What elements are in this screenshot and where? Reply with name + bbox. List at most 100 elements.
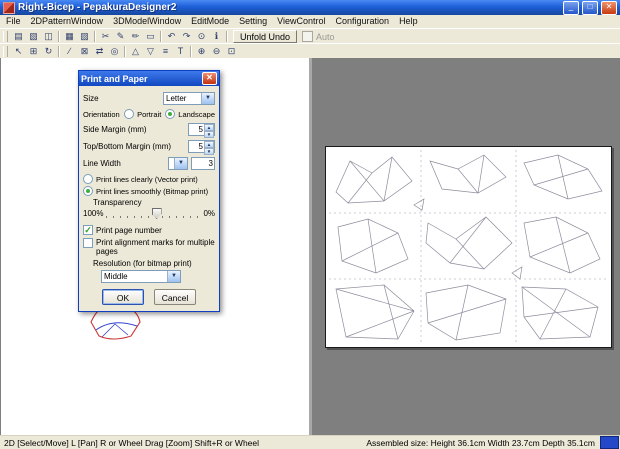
auto-label: Auto xyxy=(316,31,335,42)
line-width-stepper[interactable]: 3 xyxy=(191,157,215,170)
add-flap-icon[interactable]: △ xyxy=(128,45,143,58)
join-edge-icon[interactable]: ⊠ xyxy=(77,45,92,58)
dialog-close-icon[interactable]: ✕ xyxy=(202,72,217,85)
zoom-out-icon[interactable]: ⊖ xyxy=(209,45,224,58)
match-face-icon[interactable]: ◎ xyxy=(107,45,122,58)
landscape-label: Landscape xyxy=(178,109,215,119)
rotate-part-icon[interactable]: ↻ xyxy=(41,45,56,58)
menu-configuration[interactable]: Configuration xyxy=(331,15,395,28)
resolution-select[interactable]: Middle ▼ xyxy=(101,270,181,283)
info-icon[interactable]: ℹ xyxy=(209,30,224,43)
vector-print-label: Print lines clearly (Vector print) xyxy=(96,174,198,184)
size-label: Size xyxy=(83,94,99,103)
toolbar-separator xyxy=(58,46,60,57)
transparency-slider[interactable] xyxy=(106,208,201,219)
toolbar-separator xyxy=(226,31,228,42)
unfolded-pattern-graphic xyxy=(329,150,608,344)
dialog-title: Print and Paper xyxy=(81,73,148,84)
spin-up-icon[interactable]: ▲ xyxy=(204,141,214,148)
open-file-icon[interactable]: ▧ xyxy=(26,30,41,43)
spin-down-icon[interactable]: ▼ xyxy=(204,148,214,155)
toolbar-grip[interactable] xyxy=(3,46,8,57)
close-button[interactable]: ✕ xyxy=(601,0,617,15)
toolbar-separator xyxy=(58,31,60,42)
menu-edit-mode[interactable]: EditMode xyxy=(186,15,234,28)
resolution-value: Middle xyxy=(104,272,128,281)
box-select-icon[interactable]: ⊞ xyxy=(26,45,41,58)
menu-file[interactable]: File xyxy=(1,15,26,28)
zoom-fit-icon[interactable]: ⊡ xyxy=(224,45,239,58)
page-preview[interactable] xyxy=(325,146,612,348)
landscape-radio[interactable] xyxy=(165,109,176,119)
menu-bar: File 2DPatternWindow 3DModelWindow EditM… xyxy=(0,15,620,28)
undo-icon[interactable]: ↶ xyxy=(164,30,179,43)
menu-help[interactable]: Help xyxy=(394,15,423,28)
select-arrow-icon[interactable]: ↖ xyxy=(11,45,26,58)
eraser-icon[interactable]: ▭ xyxy=(143,30,158,43)
dialog-title-bar[interactable]: Print and Paper ✕ xyxy=(79,71,219,86)
resolution-label: Resolution (for bitmap print) xyxy=(93,259,192,268)
auto-checkbox[interactable] xyxy=(302,31,314,42)
pencil-icon[interactable]: ✏ xyxy=(128,30,143,43)
unfold-undo-button[interactable]: Unfold Undo xyxy=(233,30,298,43)
settings-icon[interactable]: ⊙ xyxy=(194,30,209,43)
top-bottom-margin-stepper[interactable]: 5 ▲ ▼ xyxy=(188,140,215,155)
menu-setting[interactable]: Setting xyxy=(234,15,272,28)
check-icon: ✓ xyxy=(84,225,92,235)
bitmap-print-radio[interactable] xyxy=(83,186,93,196)
print-page-number-checkbox[interactable]: ✓ xyxy=(83,225,93,235)
cancel-button[interactable]: Cancel xyxy=(154,289,196,305)
alignment-marks-label: Print alignment marks for multiple pages xyxy=(96,238,215,256)
maximize-button[interactable]: □ xyxy=(582,0,598,15)
chevron-down-icon: ▼ xyxy=(167,271,180,282)
divide-edge-icon[interactable]: ∕ xyxy=(62,45,77,58)
line-width-label: Line Width xyxy=(83,159,121,168)
transparency-min-label: 100% xyxy=(83,209,104,218)
pen-icon[interactable]: ✎ xyxy=(113,30,128,43)
line-width-select[interactable]: ▼ xyxy=(168,157,188,170)
alignment-marks-checkbox[interactable] xyxy=(83,238,93,248)
edit-flap-icon[interactable]: ▽ xyxy=(143,45,158,58)
status-hint-text: 2D [Select/Move] L [Pan] R or Wheel Drag… xyxy=(4,437,260,448)
transparency-max-label: 0% xyxy=(203,209,215,218)
print-and-paper-dialog: Print and Paper ✕ Size Letter ▼ Orientat… xyxy=(78,70,220,312)
toolbar-separator xyxy=(160,31,162,42)
client-area: Print and Paper ✕ Size Letter ▼ Orientat… xyxy=(0,58,620,436)
edit-toolbar: ↖ ⊞ ↻ ∕ ⊠ ⇄ ◎ △ ▽ ≡ T ⊕ ⊖ ⊡ xyxy=(0,43,620,59)
top-bottom-margin-label: Top/Bottom Margin (mm) xyxy=(83,142,172,151)
portrait-label: Portrait xyxy=(137,109,162,119)
minimize-button[interactable]: _ xyxy=(563,0,579,15)
side-margin-stepper[interactable]: 5 ▲ ▼ xyxy=(188,123,215,138)
toolbar-grip[interactable] xyxy=(3,31,8,42)
texture-icon[interactable]: ▨ xyxy=(77,30,92,43)
vector-print-radio[interactable] xyxy=(83,174,93,184)
cut-icon[interactable]: ✂ xyxy=(98,30,113,43)
assembled-size-text: Assembled size: Height 36.1cm Width 23.7… xyxy=(366,437,595,448)
transparency-label: Transparency xyxy=(93,198,142,207)
slider-thumb[interactable] xyxy=(151,208,162,219)
app-window: Right-Bicep - PepakuraDesigner2 _ □ ✕ Fi… xyxy=(0,0,620,449)
text-icon[interactable]: T xyxy=(173,45,188,58)
dialog-body: Size Letter ▼ Orientation Portrait Lands… xyxy=(79,86,219,311)
top-bottom-margin-value: 5 xyxy=(198,142,203,151)
paper-size-select[interactable]: Letter ▼ xyxy=(163,92,215,105)
zoom-in-icon[interactable]: ⊕ xyxy=(194,45,209,58)
chevron-down-icon: ▼ xyxy=(201,93,214,104)
ok-button[interactable]: OK xyxy=(102,289,144,305)
portrait-radio[interactable] xyxy=(124,109,135,119)
line-style-icon[interactable]: ≡ xyxy=(158,45,173,58)
print-icon[interactable]: ▦ xyxy=(62,30,77,43)
new-file-icon[interactable]: ▤ xyxy=(11,30,26,43)
toolbar-separator xyxy=(94,31,96,42)
chevron-down-icon: ▼ xyxy=(174,158,187,169)
spin-down-icon[interactable]: ▼ xyxy=(204,131,214,138)
redo-icon[interactable]: ↷ xyxy=(179,30,194,43)
flip-part-icon[interactable]: ⇄ xyxy=(92,45,107,58)
menu-view-control[interactable]: ViewControl xyxy=(272,15,330,28)
spin-up-icon[interactable]: ▲ xyxy=(204,124,214,131)
status-bar: 2D [Select/Move] L [Pan] R or Wheel Drag… xyxy=(0,435,620,449)
menu-2d-pattern-window[interactable]: 2DPatternWindow xyxy=(26,15,109,28)
menu-3d-model-window[interactable]: 3DModelWindow xyxy=(108,15,186,28)
save-icon[interactable]: ◫ xyxy=(41,30,56,43)
pattern-view-pane[interactable] xyxy=(312,58,620,436)
